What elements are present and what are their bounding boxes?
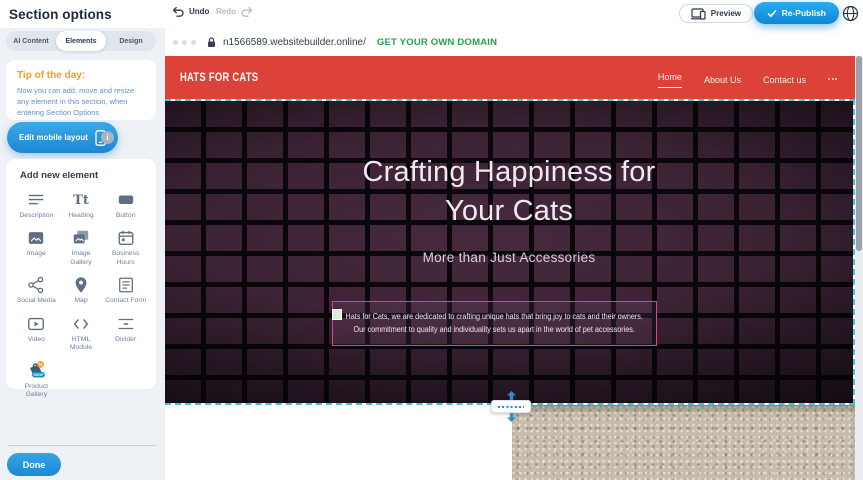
element-button[interactable]: Button (103, 191, 148, 220)
divider-icon (117, 315, 135, 333)
carpet-image (512, 405, 855, 480)
element-description[interactable]: Description (14, 191, 59, 220)
element-grid: Description Tt Heading Button Ima (14, 191, 148, 400)
tip-body: Now you can add, move and resize any ele… (17, 86, 145, 119)
check-icon (767, 9, 777, 18)
scrollbar-thumb[interactable] (856, 56, 862, 251)
site-nav: Home About Us Contact us (658, 56, 837, 99)
browser-address-bar: n1566589.websitebuilder.online/ GET YOUR… (165, 28, 863, 56)
sidebar-tabs: AI Content Elements Design (6, 31, 156, 51)
redo-label: Redo (216, 7, 236, 16)
website-builder-app: Section options Undo Redo Preview Re-Pub… (0, 0, 863, 480)
image-gallery-icon (72, 229, 90, 247)
element-map[interactable]: Map (59, 276, 104, 305)
add-element-title: Add new element (20, 170, 148, 181)
site-preview-area: n1566589.websitebuilder.online/ GET YOUR… (165, 28, 863, 480)
lock-icon (207, 37, 216, 48)
resize-pill[interactable] (491, 400, 531, 413)
site-header: HATS FOR CATS Home About Us Contact us (165, 56, 855, 99)
element-image[interactable]: Image (14, 229, 59, 267)
nav-about-us[interactable]: About Us (704, 71, 741, 85)
browser-scrollbar (855, 56, 863, 480)
redo-button[interactable]: Redo (216, 6, 253, 17)
republish-button[interactable]: Re-Publish (754, 2, 839, 24)
top-toolbar: Section options Undo Redo Preview Re-Pub… (0, 0, 863, 28)
selected-text-element[interactable]: Hats for Cats, we are dedicated to craft… (332, 301, 657, 346)
map-pin-icon (72, 276, 90, 294)
element-drag-handle[interactable] (332, 309, 342, 320)
window-dots-icon (173, 40, 196, 45)
section-options-sidebar: AI Content Elements Design Tip of the da… (0, 28, 165, 480)
html-module-icon (72, 315, 90, 333)
resize-dots-icon (498, 406, 524, 408)
nav-home[interactable]: Home (658, 68, 682, 88)
republish-label: Re-Publish (782, 8, 826, 18)
resize-arrow-down-icon (506, 413, 517, 422)
undo-icon (172, 6, 185, 17)
nav-more-menu-icon[interactable] (828, 76, 837, 80)
element-divider[interactable]: Divider (103, 315, 148, 353)
element-product-gallery[interactable]: % SHOP Product Gallery (14, 362, 59, 400)
element-contact-form[interactable]: Contact Form (103, 276, 148, 305)
tip-title: Tip of the day: (17, 70, 145, 81)
resize-arrow-up-icon (506, 391, 517, 400)
redo-icon (240, 6, 253, 17)
section-resize-handle[interactable] (491, 391, 531, 423)
video-icon (27, 315, 45, 333)
tip-of-the-day-card: Tip of the day: Now you can add, move an… (6, 60, 156, 120)
add-new-element-panel: Add new element Description Tt Heading (6, 159, 156, 389)
social-media-icon (27, 276, 45, 294)
tab-elements[interactable]: Elements (56, 31, 106, 51)
undo-label: Undo (189, 7, 209, 16)
site-url[interactable]: n1566589.websitebuilder.online/ (223, 37, 366, 48)
devices-icon (691, 8, 706, 20)
done-button[interactable]: Done (7, 453, 61, 476)
element-social-media[interactable]: Social Media (14, 276, 59, 305)
element-image-gallery[interactable]: Image Gallery (59, 229, 104, 267)
get-domain-link[interactable]: GET YOUR OWN DOMAIN (377, 37, 497, 48)
nav-contact-us[interactable]: Contact us (763, 71, 806, 85)
image-icon (27, 229, 45, 247)
hero-section-editing[interactable]: Crafting Happiness for Your Cats More th… (165, 99, 855, 405)
hero-title[interactable]: Crafting Happiness for Your Cats (165, 153, 853, 231)
element-heading[interactable]: Tt Heading (59, 191, 104, 220)
business-hours-icon (117, 229, 135, 247)
element-html-module[interactable]: HTML Module (59, 315, 104, 353)
preview-button[interactable]: Preview (679, 4, 753, 23)
site-logo[interactable]: HATS FOR CATS (180, 72, 258, 84)
preview-label: Preview (711, 9, 741, 18)
product-gallery-icon: % SHOP (24, 362, 48, 380)
svg-text:%: % (39, 362, 44, 368)
contact-form-icon (117, 276, 135, 294)
undo-button[interactable]: Undo (172, 6, 209, 17)
edit-mobile-label: Edit mobile layout (19, 133, 88, 142)
info-icon[interactable]: i (101, 131, 114, 144)
hero-body-text: Hats for Cats, we are dedicated to craft… (346, 311, 643, 336)
element-business-hours[interactable]: Business Hours (103, 229, 148, 267)
page-title: Section options (9, 7, 112, 22)
tab-ai-content[interactable]: AI Content (6, 31, 56, 51)
element-video[interactable]: Video (14, 315, 59, 353)
svg-text:SHOP: SHOP (34, 373, 45, 377)
hero-content: Crafting Happiness for Your Cats More th… (165, 101, 853, 265)
description-icon (27, 191, 45, 209)
globe-language-icon[interactable] (842, 5, 859, 22)
heading-icon: Tt (73, 191, 89, 209)
tab-design[interactable]: Design (106, 31, 156, 51)
button-icon (117, 191, 135, 209)
hero-subtitle[interactable]: More than Just Accessories (165, 250, 853, 265)
sidebar-divider (8, 445, 156, 446)
